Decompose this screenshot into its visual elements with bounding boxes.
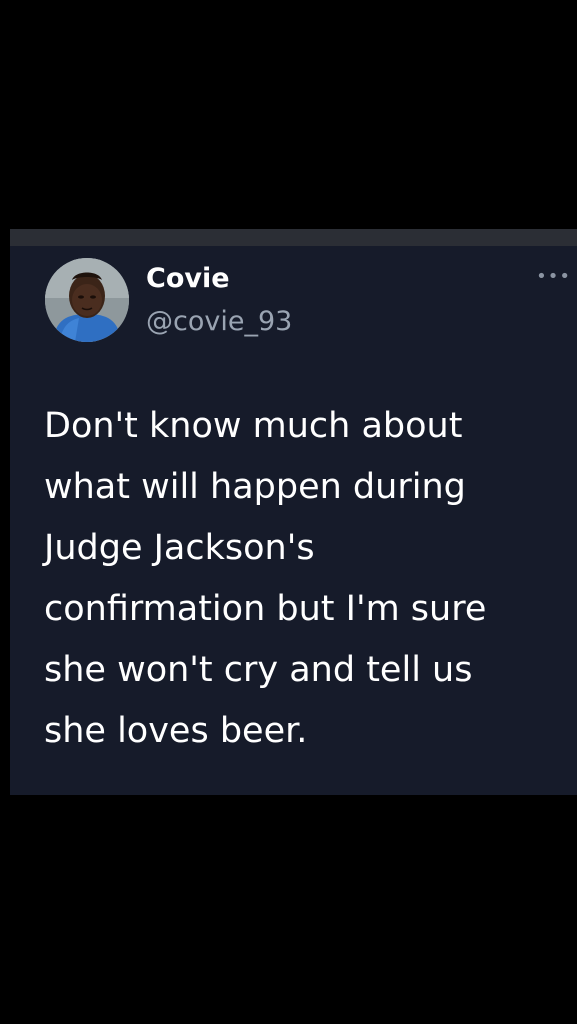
tweet-text-line: confirmation but I'm sure — [44, 589, 487, 629]
tweet-text-line: Don't know much about — [44, 406, 463, 446]
ellipsis-icon[interactable]: ••• — [536, 268, 571, 286]
tweet-card[interactable]: Covie @covie_93 ••• Don't know much abou… — [10, 246, 577, 795]
tweet-text-line: she won't cry and tell us — [44, 650, 473, 690]
top-border-strip — [10, 229, 577, 246]
author-display-name[interactable]: Covie — [146, 262, 230, 296]
tweet-text-line: what will happen during — [44, 467, 466, 507]
tweet-text-line: Judge Jackson's — [44, 528, 315, 568]
author-handle[interactable]: @covie_93 — [146, 305, 292, 339]
tweet-text: Don't know much about what will happen d… — [44, 396, 574, 762]
avatar-photo-icon — [45, 258, 129, 342]
avatar[interactable] — [45, 258, 129, 342]
tweet-text-line: she loves beer. — [44, 711, 308, 751]
